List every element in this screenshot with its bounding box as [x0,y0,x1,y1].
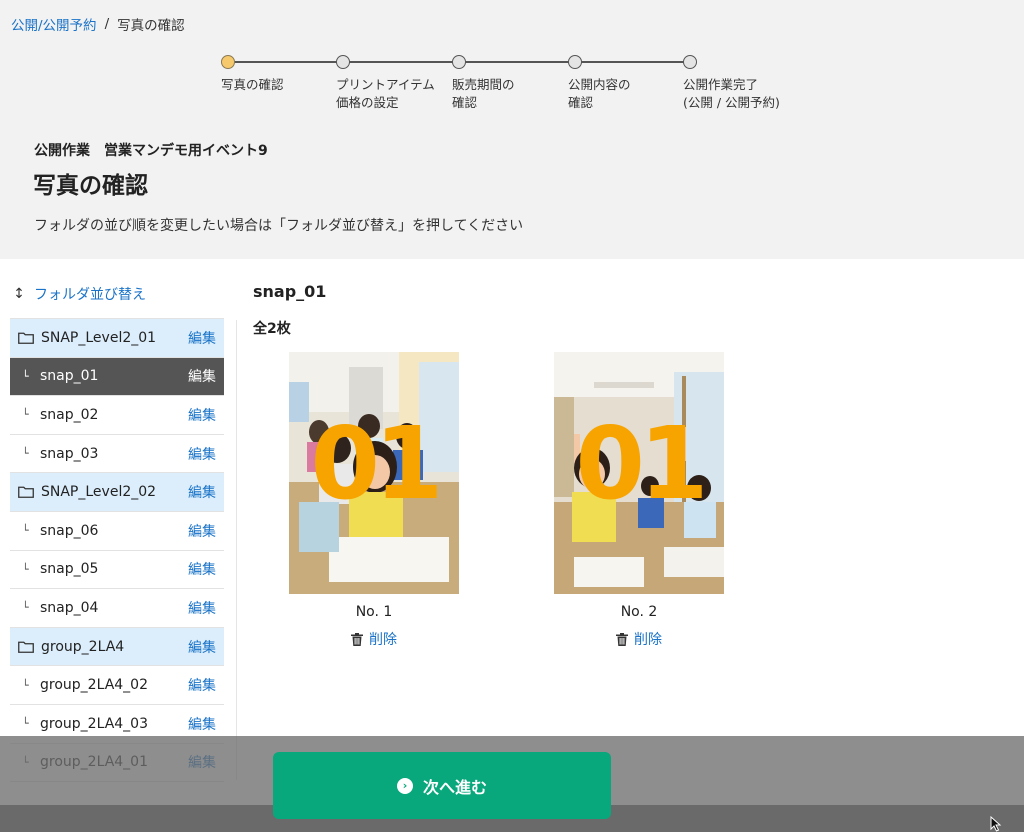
delete-photo-button[interactable]: 削除 [616,629,662,649]
folder-name: SNAP_Level2_02 [41,484,157,501]
photo-thumbnail[interactable]: 01 [554,352,724,594]
folder-name: group_2LA4_02 [40,677,148,694]
tree-branch-icon: └ [22,601,29,615]
folder-name: snap_04 [40,599,99,616]
step-label: プリントアイテム 価格の設定 [336,77,435,110]
folder-name: snap_01 [40,368,99,385]
chevron-right-circle-icon: › [396,777,413,794]
breadcrumb-current: 写真の確認 [117,18,185,34]
step-dot [568,55,582,69]
step-label: 販売期間の 確認 [452,77,515,110]
step-label: 写真の確認 [221,77,284,92]
folder-edit-button[interactable]: 編集 [188,598,216,618]
folder-edit-button[interactable]: 編集 [188,328,216,348]
folder-title: snap_01 [253,282,327,301]
folder-row-child[interactable]: └ snap_06 編集 [10,510,224,550]
next-step-label: 次へ進む [422,777,487,797]
step-2: プリントアイテム 価格の設定 [336,55,435,110]
folder-edit-button[interactable]: 編集 [188,444,216,464]
delete-label: 削除 [369,632,397,648]
folder-sort-button[interactable]: ↕ フォルダ並び替え [10,280,224,307]
breadcrumb-link-publish[interactable]: 公開/公開予約 [11,14,97,34]
tree-branch-icon: └ [22,678,29,692]
folder-row-parent[interactable]: SNAP_Level2_01 編集 [10,318,224,357]
breadcrumb-separator: / [104,16,110,32]
tree-branch-icon: └ [22,408,29,422]
trash-icon [616,632,628,646]
folder-edit-button[interactable]: 編集 [188,405,216,425]
step-dot [221,55,235,69]
folder-row-child[interactable]: └ snap_02 編集 [10,395,224,434]
mouse-cursor-icon [990,816,1002,832]
step-dot [452,55,466,69]
folder-edit-button[interactable]: 編集 [188,637,216,657]
folder-row-parent[interactable]: SNAP_Level2_02 編集 [10,472,224,511]
folder-name: SNAP_Level2_01 [41,329,157,346]
folder-name: group_2LA4_03 [40,715,148,732]
folder-edit-button[interactable]: 編集 [188,521,216,541]
folder-icon [18,486,34,499]
folder-sort-label: フォルダ並び替え [34,286,146,303]
folder-name: group_2LA4 [41,638,125,655]
folder-name: snap_02 [40,406,99,423]
event-title: 公開作業 営業マンデモ用イベント9 [34,143,268,159]
photo-thumbnail[interactable]: 01 [289,352,459,594]
photo-overlay-number: 01 [310,405,443,522]
next-step-button[interactable]: › 次へ進む [273,752,611,819]
delete-photo-button[interactable]: 削除 [351,629,397,649]
step-dot [683,55,697,69]
folder-edit-button[interactable]: 編集 [188,482,216,502]
page-title: 写真の確認 [33,173,148,199]
folder-sidebar: ↕ フォルダ並び替え SNAP_Level2_01 編集 └ snap_01 編集 └ sn… [10,280,224,783]
folder-edit-button[interactable]: 編集 [188,366,216,386]
photo-number: No. 2 [620,604,658,620]
step-3: 販売期間の 確認 [452,55,515,110]
step-1: 写真の確認 [221,55,284,92]
folder-row-child[interactable]: └ group_2LA4_02 編集 [10,665,224,704]
folder-edit-button[interactable]: 編集 [188,714,216,734]
folder-name: snap_06 [40,522,99,539]
folder-row-child[interactable]: └ snap_01 編集 [10,356,224,396]
folder-edit-button[interactable]: 編集 [188,675,216,695]
sidebar-divider [236,320,237,780]
photo-card-2: 01 No. 2 削除 [554,352,724,650]
photo-number: No. 1 [355,604,393,620]
folder-row-child[interactable]: └ snap_05 編集 [10,549,224,589]
folder-row-child[interactable]: └ snap_04 編集 [10,588,224,627]
folder-edit-button[interactable]: 編集 [188,559,216,579]
folder-icon [18,641,34,653]
tree-branch-icon: └ [22,562,29,576]
folder-name: snap_05 [40,561,99,578]
breadcrumb: 公開/公開予約 / 写真の確認 [11,14,185,34]
step-label: 公開作業完了 (公開 / 公開予約) [683,77,780,110]
folder-row-child[interactable]: └ snap_03 編集 [10,433,224,473]
step-label: 公開内容の 確認 [568,77,631,110]
step-dot [336,55,350,69]
step-5: 公開作業完了 (公開 / 公開予約) [683,55,780,110]
updown-arrow-icon: ↕ [13,285,25,302]
folder-list: SNAP_Level2_01 編集 └ snap_01 編集 └ snap_02 編集 └ sna… [10,318,224,783]
step-4: 公開内容の 確認 [568,55,631,110]
photo-card-1: 01 No. 1 削除 [289,352,459,650]
instruction-text: フォルダの並び順を変更したい場合は「フォルダ並び替え」を押してください [34,218,524,234]
trash-icon [351,632,363,646]
tree-branch-icon: └ [22,447,29,461]
progress-stepper: 写真の確認 プリントアイテム 価格の設定 販売期間の 確認 公開内容の 確認 公… [221,55,821,125]
tree-branch-icon: └ [22,717,29,731]
photo-count: 全2枚 [253,321,291,337]
folder-name: snap_03 [40,445,99,462]
delete-label: 削除 [634,632,662,648]
tree-branch-icon: └ [22,524,29,538]
folder-row-parent[interactable]: group_2LA4 編集 [10,626,224,666]
photo-overlay-number: 01 [575,405,708,522]
tree-branch-icon: └ [22,369,29,383]
folder-icon [18,332,34,344]
